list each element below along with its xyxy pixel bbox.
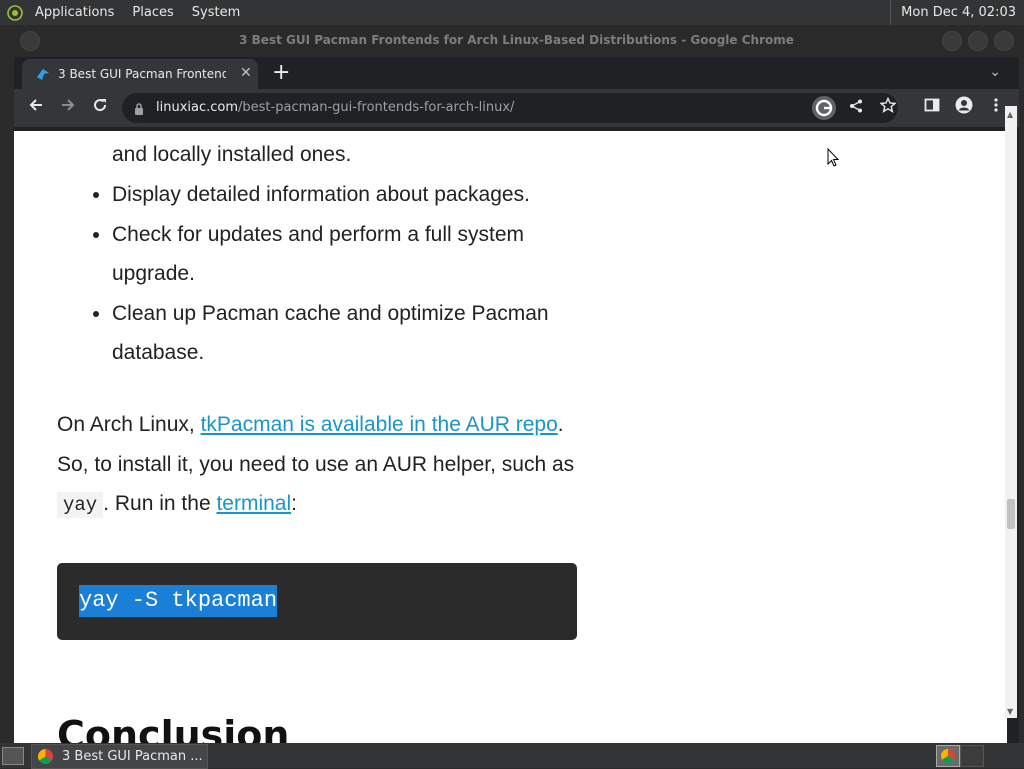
bottom-taskbar: 3 Best GUI Pacman ... — [0, 743, 1024, 769]
browser-toolbar: linuxiac.com/best-pacman-gui-frontends-f… — [14, 89, 1019, 127]
tab-title: 3 Best GUI Pacman Frontends for Arch Lin… — [58, 67, 226, 81]
scroll-down-arrow-icon[interactable]: ▼ — [1007, 707, 1013, 716]
para-text: On Arch Linux, — [57, 413, 201, 436]
kebab-menu-icon — [994, 98, 998, 112]
browser-window: 3 Best GUI Pacman Frontends for Arch Lin… — [14, 25, 1019, 743]
url-host: linuxiac.com — [156, 100, 239, 115]
list-item: Display detailed information about packa… — [112, 175, 577, 215]
chrome-icon — [941, 749, 955, 763]
workspace-1[interactable] — [936, 745, 960, 767]
section-heading: Conclusion — [57, 713, 290, 743]
close-tab-icon[interactable]: ✕ — [240, 65, 252, 81]
window-title: 3 Best GUI Pacman Frontends for Arch Lin… — [239, 33, 794, 47]
google-lens-icon[interactable] — [812, 96, 836, 120]
back-button[interactable] — [24, 96, 48, 120]
tab-active[interactable]: 3 Best GUI Pacman Frontends for Arch Lin… — [22, 59, 258, 89]
lock-icon[interactable] — [134, 101, 144, 115]
side-panel-icon — [924, 98, 940, 112]
terminal-link[interactable]: terminal — [216, 492, 291, 515]
reload-button[interactable] — [88, 96, 112, 120]
side-panel-button[interactable] — [920, 96, 944, 120]
workspace-2[interactable] — [960, 745, 984, 767]
url-text[interactable]: linuxiac.com/best-pacman-gui-frontends-f… — [156, 100, 514, 115]
inline-code: yay — [57, 492, 104, 519]
chrome-icon — [38, 749, 53, 764]
feature-list: Display detailed information about packa… — [57, 175, 577, 373]
reload-icon — [94, 99, 107, 112]
maximize-button[interactable] — [968, 31, 988, 51]
para-text: : — [291, 492, 297, 516]
minimize-button[interactable] — [942, 31, 962, 51]
taskbar-window-label: 3 Best GUI Pacman ... — [62, 749, 203, 764]
feature-list-container: Display detailed information about packa… — [57, 175, 577, 373]
scroll-up-arrow-icon[interactable]: ▲ — [1007, 110, 1013, 119]
applications-menu[interactable]: Applications — [26, 0, 123, 25]
url-path: /best-pacman-gui-frontends-for-arch-linu… — [238, 100, 515, 115]
places-menu[interactable]: Places — [123, 0, 182, 25]
arrow-right-icon — [62, 99, 75, 111]
profile-button[interactable] — [952, 96, 976, 120]
window-titlebar[interactable]: 3 Best GUI Pacman Frontends for Arch Lin… — [14, 25, 1019, 57]
bookmark-star-icon[interactable] — [876, 96, 900, 120]
mouse-pointer-icon — [827, 147, 840, 172]
web-page: and locally installed ones. Display deta… — [14, 131, 1007, 743]
address-bar[interactable]: linuxiac.com/best-pacman-gui-frontends-f… — [122, 93, 898, 123]
scrollbar-thumb[interactable] — [1007, 499, 1015, 529]
forward-button[interactable] — [56, 96, 80, 120]
taskbar-window-button[interactable]: 3 Best GUI Pacman ... — [31, 744, 208, 769]
para-text: . Run in the — [103, 492, 217, 516]
close-window-button[interactable] — [994, 31, 1014, 51]
tab-strip: 3 Best GUI Pacman Frontends for Arch Lin… — [14, 57, 1019, 89]
selected-code-text[interactable]: yay -S tkpacman — [79, 585, 278, 617]
share-icon[interactable] — [844, 96, 868, 120]
list-item: Clean up Pacman cache and optimize Pacma… — [112, 294, 577, 373]
system-menu[interactable]: System — [183, 0, 249, 25]
clock[interactable]: Mon Dec 4, 02:03 — [890, 0, 1024, 25]
new-tab-button[interactable]: + — [272, 61, 290, 85]
page-scrollbar[interactable]: ▲ ▼ — [1005, 106, 1017, 718]
list-item: Check for updates and perform a full sys… — [112, 215, 577, 294]
install-paragraph: On Arch Linux, tkPacman is available in … — [57, 405, 587, 526]
distro-logo-icon[interactable] — [4, 2, 26, 24]
top-panel: Applications Places System Mon Dec 4, 02… — [0, 0, 1024, 25]
show-desktop-icon[interactable] — [2, 747, 24, 765]
tab-search-chevron-icon[interactable]: ⌄ — [989, 64, 1001, 80]
code-block[interactable]: yay -S tkpacman — [57, 563, 577, 640]
list-continuation-text: and locally installed ones. — [112, 143, 352, 166]
profile-avatar-icon — [955, 96, 973, 114]
bird-icon — [36, 67, 50, 81]
aur-repo-link[interactable]: tkPacman is available in the AUR repo — [201, 413, 558, 436]
arrow-left-icon — [29, 99, 42, 111]
